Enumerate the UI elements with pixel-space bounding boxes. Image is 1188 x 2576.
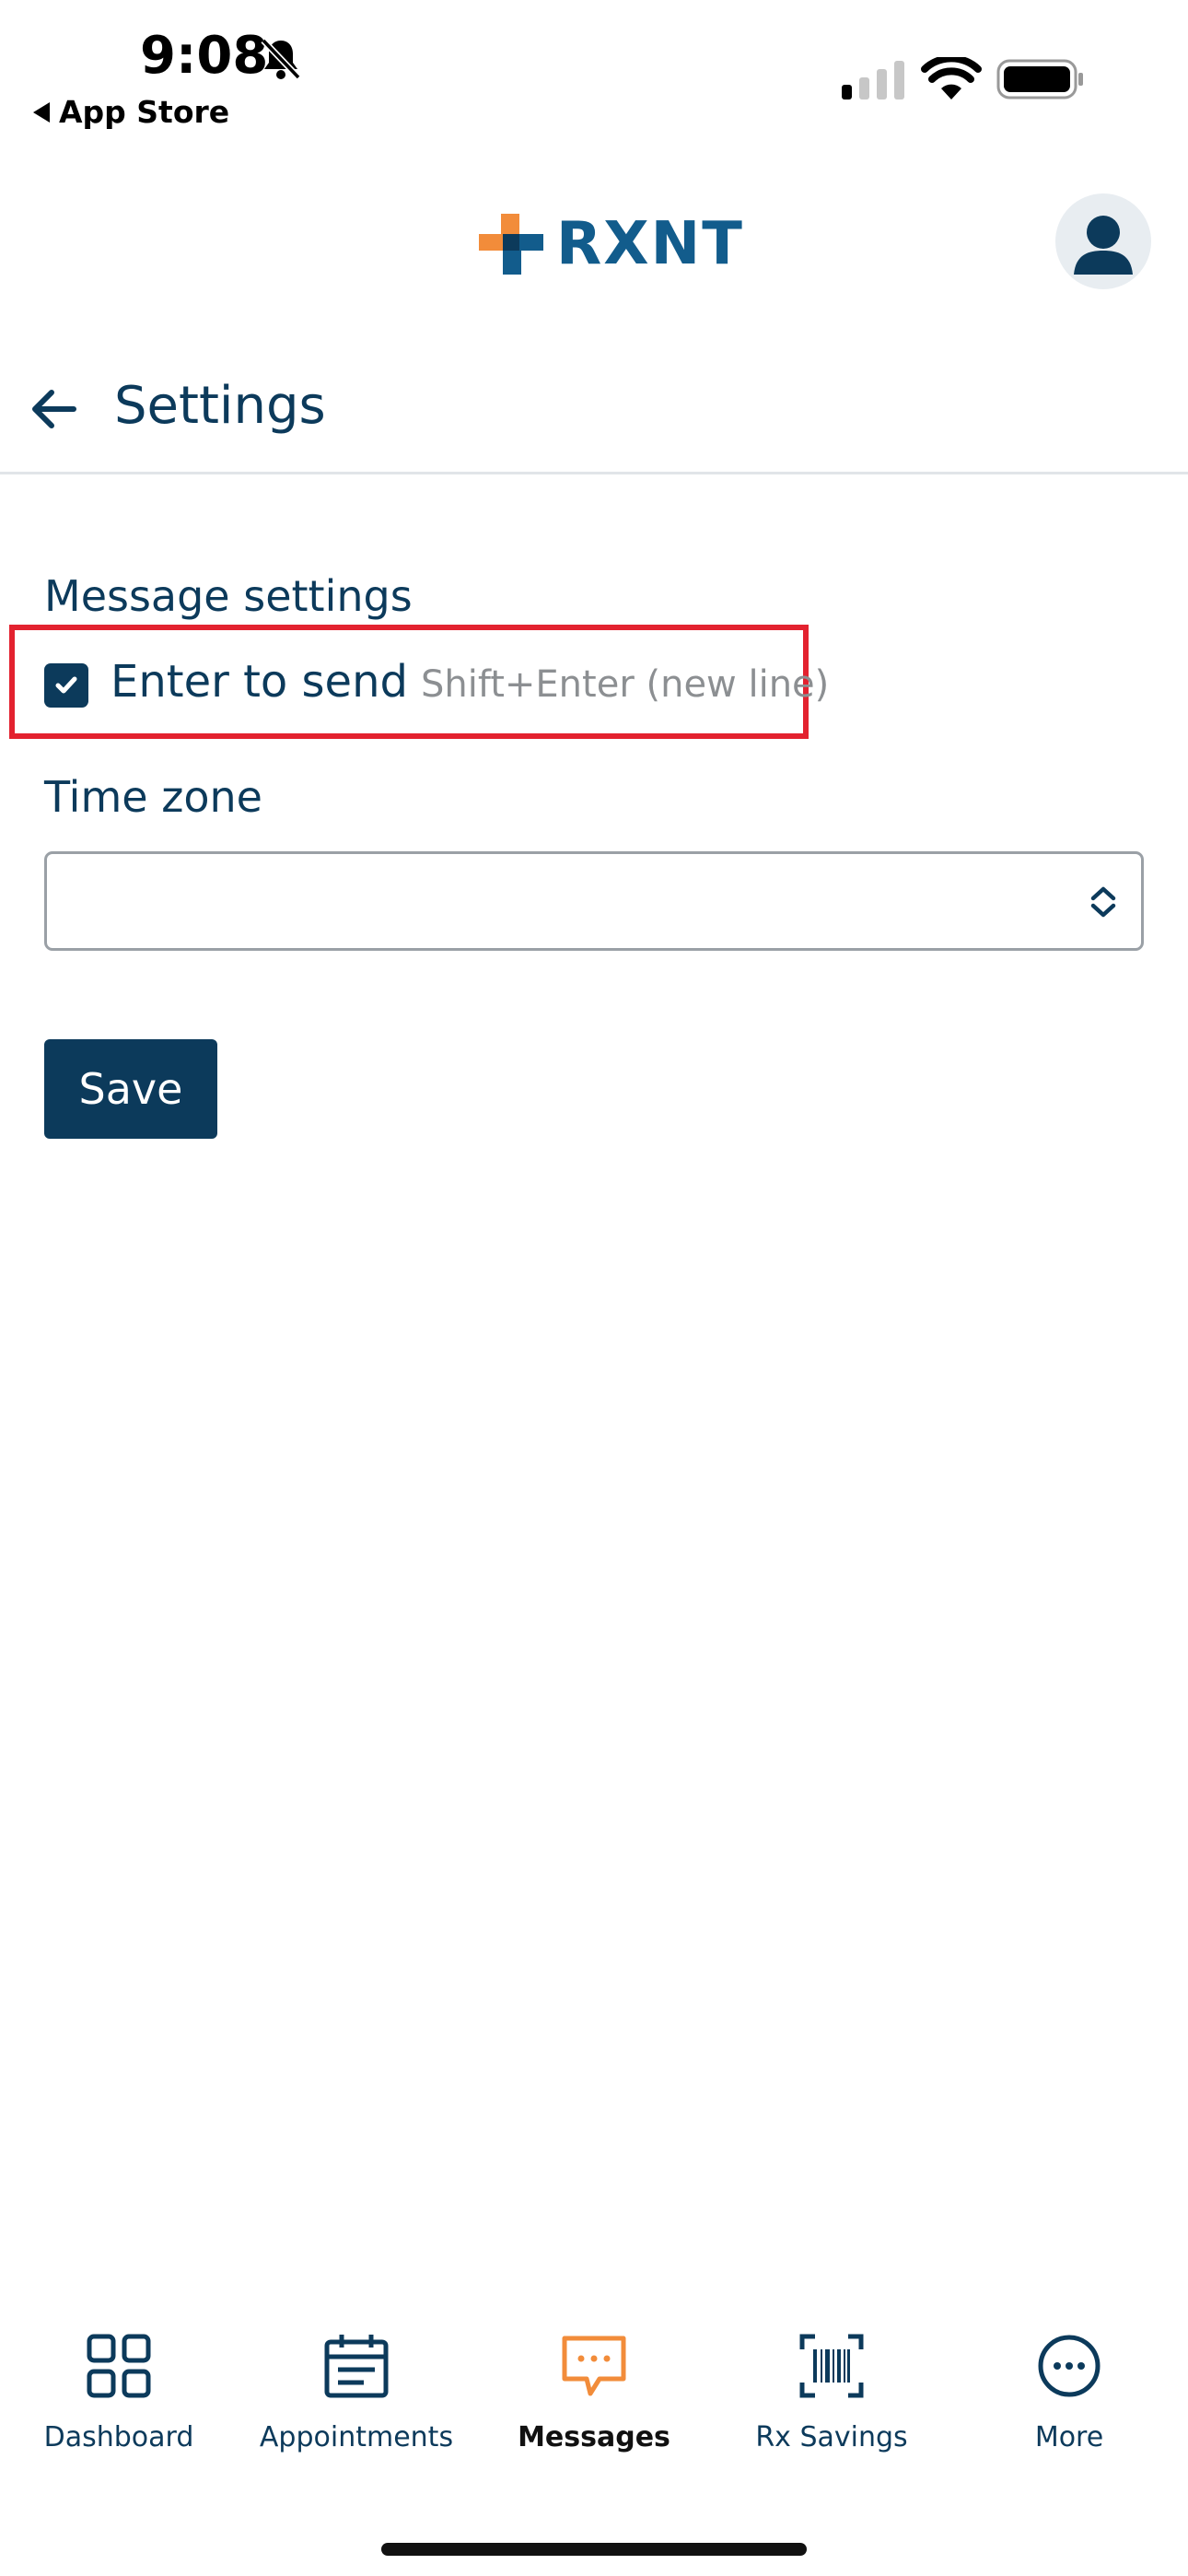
- back-to-app-store[interactable]: App Store: [33, 94, 229, 130]
- calendar-icon: [324, 2335, 389, 2398]
- rxnt-logo: RXNT: [479, 210, 744, 278]
- logo-text: RXNT: [556, 210, 744, 278]
- dashboard-grid-icon: [87, 2334, 151, 2398]
- header-divider: [0, 472, 1188, 474]
- status-time: 9:08: [140, 26, 269, 86]
- chat-bubble-icon: [562, 2336, 626, 2396]
- enter-to-send-hint: Shift+Enter (new line): [420, 663, 830, 706]
- nav-label-dashboard: Dashboard: [43, 2421, 194, 2453]
- wifi-icon: [921, 57, 982, 100]
- bottom-nav: Dashboard Appointments Messages Rx Savin…: [0, 2331, 1188, 2469]
- nav-more[interactable]: More: [950, 2331, 1188, 2453]
- cellular-signal-icon: [842, 61, 904, 100]
- nav-label-appointments: Appointments: [259, 2421, 454, 2453]
- save-button[interactable]: Save: [44, 1039, 217, 1139]
- enter-to-send-checkbox[interactable]: [44, 663, 88, 708]
- enter-to-send-label[interactable]: Enter to send Shift+Enter (new line): [111, 656, 829, 708]
- nav-label-rx-savings: Rx Savings: [755, 2421, 908, 2453]
- back-arrow-icon[interactable]: [24, 380, 83, 439]
- back-triangle-icon: [33, 101, 50, 123]
- select-arrows-icon: [1090, 886, 1116, 918]
- time-zone-select[interactable]: [44, 851, 1144, 951]
- message-settings-label: Message settings: [44, 571, 413, 621]
- time-zone-label: Time zone: [44, 772, 262, 822]
- enter-to-send-text: Enter to send: [111, 656, 408, 708]
- avatar[interactable]: [1055, 193, 1151, 289]
- nav-messages[interactable]: Messages: [475, 2331, 713, 2453]
- checkmark-icon: [55, 676, 77, 694]
- rxnt-cross-logo: [479, 214, 543, 275]
- page-title: Settings: [114, 376, 326, 436]
- back-app-label: App Store: [59, 94, 230, 130]
- barcode-scan-icon: [799, 2334, 864, 2398]
- nav-dashboard[interactable]: Dashboard: [0, 2331, 238, 2453]
- bell-slash-icon: [261, 38, 301, 80]
- nav-rx-savings[interactable]: Rx Savings: [713, 2331, 950, 2453]
- nav-appointments[interactable]: Appointments: [238, 2331, 475, 2453]
- user-avatar-icon: [1074, 216, 1133, 275]
- nav-label-more: More: [1034, 2421, 1104, 2453]
- battery-icon: [996, 59, 1083, 100]
- home-indicator[interactable]: [381, 2543, 807, 2556]
- nav-label-messages: Messages: [518, 2421, 670, 2453]
- more-dots-icon: [1038, 2335, 1101, 2397]
